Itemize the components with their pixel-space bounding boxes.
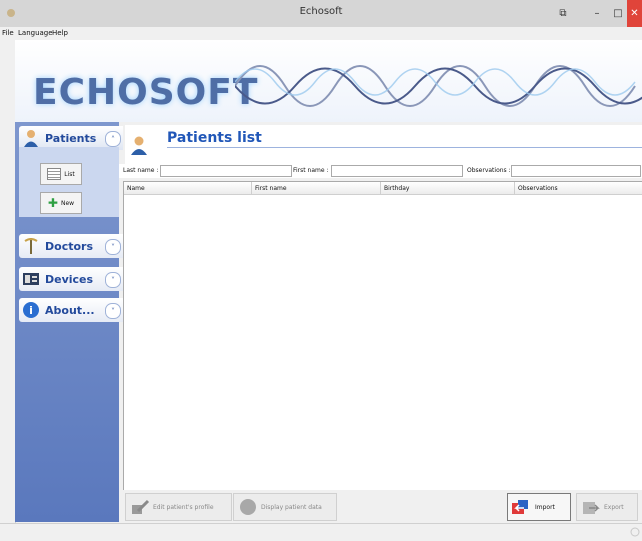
sidebar-item-label: Devices xyxy=(45,272,94,286)
close-button[interactable]: ✕ xyxy=(627,0,642,27)
page-header: Patients list xyxy=(125,125,642,165)
patients-subpanel: List ✚ New xyxy=(19,147,119,217)
page-title: Patients list xyxy=(167,130,262,146)
edit-icon xyxy=(130,499,150,515)
import-button[interactable]: Import xyxy=(507,493,571,521)
person-icon xyxy=(131,136,147,155)
last-name-label: Last name : xyxy=(123,167,159,174)
import-label: Import xyxy=(535,503,555,511)
data-icon xyxy=(238,499,258,515)
title-bar: Echosoft ⧉ – □ ✕ xyxy=(0,0,642,28)
sidebar-item-about[interactable]: i About... ˅ xyxy=(19,298,123,322)
sidebar-item-devices[interactable]: Devices ˅ xyxy=(19,267,123,291)
export-label: Export xyxy=(604,503,624,511)
list-icon xyxy=(47,168,62,180)
new-button[interactable]: ✚ New xyxy=(40,192,82,214)
sidebar-item-label: About... xyxy=(45,303,95,317)
title-underline xyxy=(167,147,642,148)
action-bar: Edit patient's profile Display patient d… xyxy=(119,490,642,523)
export-icon xyxy=(581,499,601,515)
column-header[interactable]: Birthday xyxy=(384,185,409,192)
minimize-button[interactable]: – xyxy=(586,0,608,27)
chevron-up-icon[interactable]: ˄ xyxy=(105,131,121,147)
list-button-label: List xyxy=(64,170,75,178)
chevron-down-icon[interactable]: ˅ xyxy=(105,303,121,319)
chevron-down-icon[interactable]: ˅ xyxy=(105,272,121,288)
edit-profile-button[interactable]: Edit patient's profile xyxy=(125,493,232,521)
first-name-input[interactable] xyxy=(331,165,463,177)
person-icon xyxy=(21,128,41,148)
observations-input[interactable] xyxy=(511,165,641,177)
display-label: Display patient data xyxy=(261,503,322,511)
device-icon xyxy=(21,269,41,289)
restore-icon[interactable]: ⧉ xyxy=(552,0,574,27)
chevron-down-icon[interactable]: ˅ xyxy=(105,239,121,255)
resize-grip-icon[interactable] xyxy=(630,527,640,537)
wave-graphic xyxy=(235,65,642,107)
info-icon: i xyxy=(21,300,41,320)
table-header: Name First name Birthday Observations xyxy=(124,182,642,195)
patients-table[interactable]: Name First name Birthday Observations xyxy=(123,181,642,491)
export-button[interactable]: Export xyxy=(576,493,638,521)
column-header[interactable]: Observations xyxy=(518,185,558,192)
window-title: Echosoft xyxy=(299,6,343,17)
import-icon xyxy=(512,499,532,515)
filter-bar: Last name : First name : Observations : xyxy=(119,164,642,178)
left-border xyxy=(0,40,16,540)
edit-label: Edit patient's profile xyxy=(153,503,214,511)
sidebar-item-doctors[interactable]: Doctors ˅ xyxy=(19,234,123,258)
sidebar-item-label: Doctors xyxy=(45,239,93,253)
first-name-label: First name : xyxy=(293,167,329,174)
maximize-button[interactable]: □ xyxy=(607,0,629,27)
menu-file[interactable]: File xyxy=(2,29,14,37)
menu-help[interactable]: Help xyxy=(52,29,68,37)
list-button[interactable]: List xyxy=(40,163,82,185)
observations-label: Observations : xyxy=(467,167,511,174)
logo: ECHOSOFT xyxy=(33,72,259,113)
status-bar xyxy=(0,523,642,541)
display-data-button[interactable]: Display patient data xyxy=(233,493,337,521)
column-divider[interactable] xyxy=(514,182,515,194)
menu-bar: File Language Help xyxy=(0,27,642,40)
menu-language[interactable]: Language xyxy=(18,29,53,37)
column-header[interactable]: Name xyxy=(127,185,145,192)
column-divider[interactable] xyxy=(380,182,381,194)
svg-text:i: i xyxy=(29,304,33,317)
sidebar-item-label: Patients xyxy=(45,131,97,145)
banner: ECHOSOFT xyxy=(15,40,642,122)
new-button-label: New xyxy=(60,199,75,207)
last-name-input[interactable] xyxy=(160,165,292,177)
column-divider[interactable] xyxy=(251,182,252,194)
column-header[interactable]: First name xyxy=(255,185,287,192)
plus-icon: ✚ xyxy=(47,196,58,210)
caduceus-icon xyxy=(21,236,41,256)
